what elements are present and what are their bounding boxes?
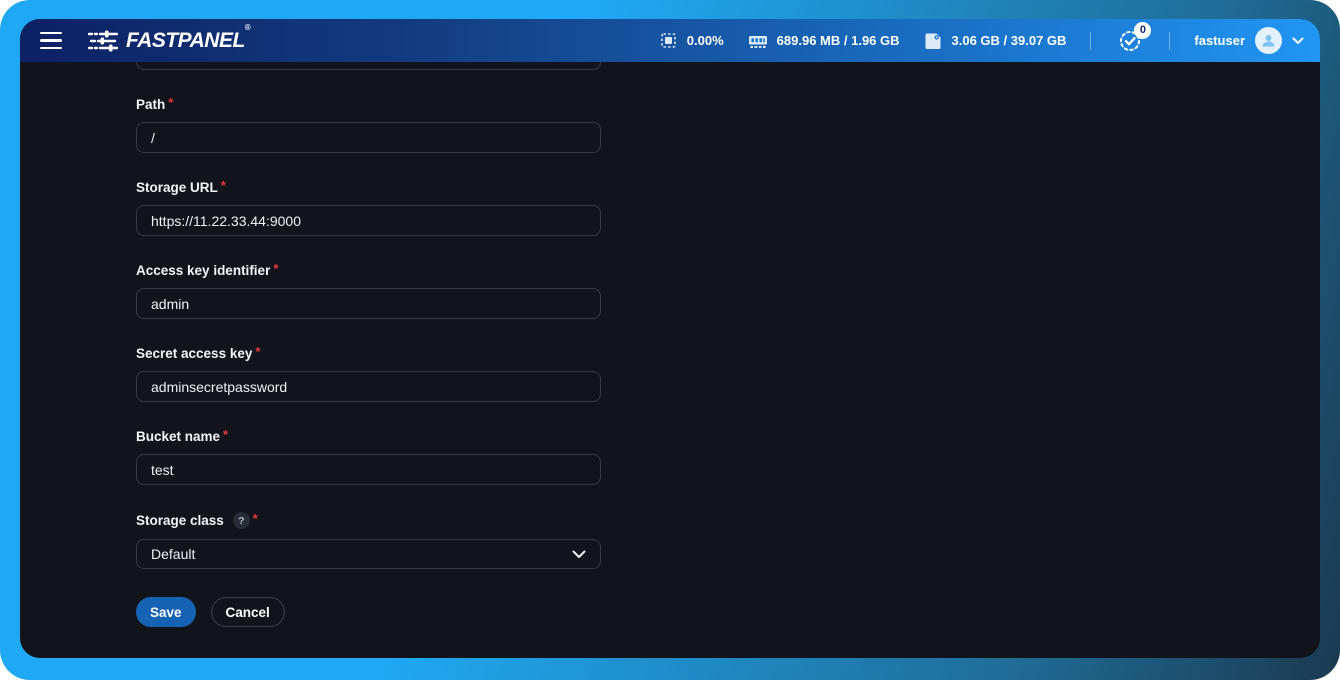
chevron-down-icon [572,550,586,559]
field-path: Path* [136,97,601,153]
save-button[interactable]: Save [136,597,196,627]
brand-name: FASTPANEL® [126,29,250,53]
top-navbar: FASTPANEL® 0.00% [20,19,1320,62]
help-icon[interactable]: ? [233,512,250,529]
field-bucket-name: Bucket name* [136,429,601,485]
navbar-divider [1090,32,1091,50]
memory-usage-stat[interactable]: 689.96 MB / 1.96 GB [748,32,900,50]
cpu-icon [659,31,678,50]
screen: FASTPANEL® 0.00% [0,0,1340,680]
fastpanel-sliders-icon [88,29,118,53]
required-marker: * [223,427,228,443]
secret-key-input[interactable] [136,371,601,402]
field-storage-class: Storage class ? * Default [136,512,601,569]
cancel-button[interactable]: Cancel [211,597,285,627]
disk-usage-stat[interactable]: 3.06 GB / 39.07 GB [924,31,1067,50]
user-avatar-icon [1255,27,1282,54]
field-secret-key: Secret access key* [136,346,601,402]
chevron-down-icon [1292,37,1304,45]
storage-url-input[interactable] [136,205,601,236]
hamburger-menu-icon[interactable] [30,24,72,58]
required-marker: * [273,261,278,277]
disk-icon [924,31,943,50]
registered-trademark: ® [245,23,250,32]
storage-class-select[interactable]: Default [136,539,601,569]
required-marker: * [255,344,260,360]
brand-logo[interactable]: FASTPANEL® [88,29,250,53]
form-actions: Save Cancel [136,597,1320,627]
access-key-input[interactable] [136,288,601,319]
app-window: FASTPANEL® 0.00% [20,19,1320,658]
navbar-status-area: 0.00% [659,26,1304,56]
selected-option: Default [151,546,195,562]
partial-input[interactable] [136,62,601,70]
bucket-name-input[interactable] [136,454,601,485]
background-frame: FASTPANEL® 0.00% [0,0,1340,680]
required-marker: * [168,95,173,111]
field-label: Secret access key* [136,346,601,362]
field-label: Storage class ? * [136,512,601,529]
memory-usage-value: 689.96 MB / 1.96 GB [777,33,900,48]
tasks-button[interactable]: 0 [1115,26,1145,56]
field-storage-url: Storage URL* [136,180,601,236]
cpu-usage-value: 0.00% [687,33,724,48]
field-label: Bucket name* [136,429,601,445]
cpu-usage-stat[interactable]: 0.00% [659,31,724,50]
field-access-key: Access key identifier* [136,263,601,319]
required-marker: * [221,178,226,194]
ram-icon [748,32,768,50]
navbar-divider [1169,32,1170,50]
disk-usage-value: 3.06 GB / 39.07 GB [952,33,1067,48]
user-menu[interactable]: fastuser [1194,27,1304,54]
username-label: fastuser [1194,33,1245,48]
path-input[interactable] [136,122,601,153]
required-marker: * [253,511,258,527]
field-label: Storage URL* [136,180,601,196]
settings-form: Path* Storage URL* Access key identifier… [20,62,1320,658]
tasks-count-badge: 0 [1134,22,1151,39]
clipped-field-top [136,62,601,70]
field-label: Access key identifier* [136,263,601,279]
field-label: Path* [136,97,601,113]
